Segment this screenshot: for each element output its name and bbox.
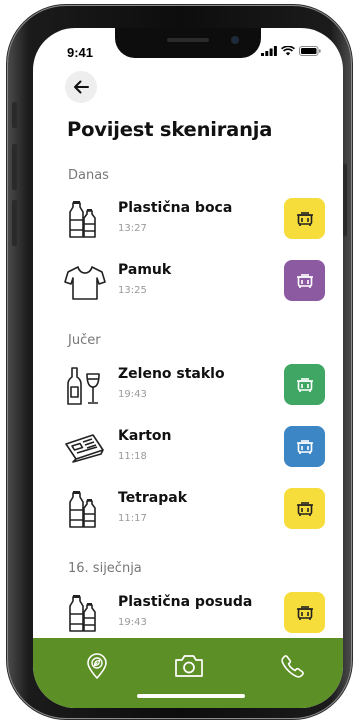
bin-icon — [296, 273, 313, 288]
yellow-bin-button[interactable] — [284, 488, 325, 529]
bin-icon — [296, 377, 313, 392]
list-item[interactable]: Plastična posuda 19:43 — [63, 592, 325, 636]
section-label-today: Danas — [68, 168, 109, 183]
speaker-grille — [167, 38, 209, 42]
bottom-nav-bar — [33, 638, 343, 708]
item-time: 19:43 — [118, 389, 147, 400]
list-item[interactable]: Pamuk 13:25 — [63, 260, 325, 304]
tshirt-icon — [64, 266, 106, 300]
signal-icon — [261, 46, 277, 56]
purple-bin-button[interactable] — [284, 260, 325, 301]
phone-frame: 9:41 Povijest skeniranja Danas Plastična… — [8, 6, 351, 718]
front-camera — [231, 36, 239, 44]
list-item[interactable]: Zeleno staklo 19:43 — [63, 364, 325, 408]
phone-screen: 9:41 Povijest skeniranja Danas Plastična… — [33, 28, 343, 708]
notch — [115, 28, 261, 58]
blue-bin-button[interactable] — [284, 426, 325, 467]
volume-up-button — [12, 144, 17, 190]
plastic-bottles-icon — [69, 201, 96, 238]
battery-icon — [299, 46, 321, 56]
plastic-bottles-icon — [69, 595, 96, 632]
home-indicator — [137, 694, 245, 698]
item-name: Karton — [118, 428, 172, 444]
item-name: Zeleno staklo — [118, 366, 225, 382]
status-time: 9:41 — [67, 45, 94, 60]
status-icons — [261, 46, 321, 56]
bin-icon — [296, 439, 313, 454]
item-time: 13:27 — [118, 223, 147, 234]
bin-icon — [296, 211, 313, 226]
mute-switch — [12, 102, 17, 128]
back-button[interactable] — [65, 71, 97, 103]
bin-icon — [296, 605, 313, 620]
item-name: Plastična posuda — [118, 594, 253, 610]
green-bin-button[interactable] — [284, 364, 325, 405]
item-time: 11:17 — [118, 513, 147, 524]
contact-nav-button[interactable] — [275, 650, 311, 682]
yellow-bin-button[interactable] — [284, 198, 325, 239]
item-name: Tetrapak — [118, 490, 188, 506]
item-time: 19:43 — [118, 617, 147, 628]
item-time: 13:25 — [118, 285, 147, 296]
plastic-bottles-icon — [69, 491, 96, 528]
list-item[interactable]: Tetrapak 11:17 — [63, 488, 325, 532]
item-name: Pamuk — [118, 262, 172, 278]
arrow-left-icon — [74, 80, 89, 94]
scan-nav-button[interactable] — [171, 650, 207, 682]
item-name: Plastična boca — [118, 200, 233, 216]
phone-icon — [281, 655, 304, 678]
wifi-icon — [281, 46, 295, 56]
location-leaf-icon — [87, 653, 107, 679]
volume-down-button — [12, 200, 17, 246]
list-item[interactable]: Plastična boca 13:27 — [63, 198, 325, 242]
wine-bottle-glass-icon — [67, 367, 100, 405]
bin-icon — [296, 501, 313, 516]
item-time: 11:18 — [118, 451, 147, 462]
map-nav-button[interactable] — [79, 650, 115, 682]
yellow-bin-button[interactable] — [284, 592, 325, 633]
newspaper-icon — [65, 434, 104, 463]
camera-icon — [175, 655, 203, 677]
section-label-yesterday: Jučer — [68, 333, 101, 348]
page-title: Povijest skeniranja — [67, 118, 273, 141]
section-label-date: 16. siječnja — [68, 561, 142, 576]
list-item[interactable]: Karton 11:18 — [63, 426, 325, 470]
